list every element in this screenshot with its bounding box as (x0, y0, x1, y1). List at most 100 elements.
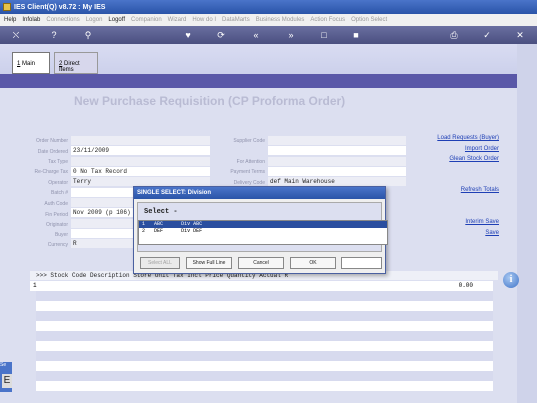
table-row[interactable] (36, 321, 493, 331)
refresh-totals-link[interactable]: Refresh Totals (410, 187, 499, 193)
for-attention-field[interactable] (268, 157, 406, 166)
show-full-line-button[interactable]: Show Full Line (186, 257, 232, 269)
menu-wizard: Wizard (167, 17, 187, 23)
menu-companion: Companion (130, 17, 162, 23)
search-icon[interactable]: ⚲ (82, 29, 94, 41)
cancel-button[interactable]: Cancel (238, 257, 284, 269)
menu-logoff[interactable]: Logoff (108, 17, 125, 23)
table-row[interactable] (36, 291, 493, 301)
auth-code-field[interactable] (71, 198, 133, 207)
help-icon[interactable]: ? (48, 29, 60, 41)
menu-business-modules: Business Modules (255, 17, 305, 23)
menu-action-focus: Action Focus (310, 17, 346, 23)
currency-field[interactable]: R (71, 239, 133, 248)
auth-code-label: Auth Code (44, 201, 68, 207)
right-strip (517, 44, 537, 403)
batch-label: Batch # (51, 190, 68, 196)
table-row[interactable] (36, 341, 493, 351)
payment-terms-field[interactable] (268, 167, 406, 176)
menu-option-select: Option Select (351, 17, 388, 23)
list-item[interactable]: 2 DEF Div DEF (139, 228, 387, 235)
refresh-icon[interactable]: ⟳ (215, 29, 227, 41)
for-attention-label: For Attention (236, 159, 265, 165)
bottom-label: Se (0, 362, 7, 368)
operator-label: Operator (48, 180, 68, 186)
tab-main[interactable]: 1 Main (12, 52, 50, 74)
table-row[interactable]: 1 0.00 (30, 281, 493, 291)
table-row[interactable] (36, 351, 493, 361)
row-number: 1 (33, 282, 37, 289)
operator-field[interactable]: Terry (71, 177, 210, 186)
info-icon[interactable]: i (503, 272, 519, 288)
item-num: 1 (142, 221, 146, 227)
tab-bar (0, 74, 517, 88)
recharge-tax-field[interactable]: 0 No Tax Record (71, 167, 210, 176)
bottom-big-letter: E (2, 374, 12, 388)
fin-period-field[interactable]: Nov 2009 (p 106) (71, 208, 133, 217)
supplier-code-field[interactable] (268, 136, 406, 145)
currency-label: Currency (47, 242, 68, 248)
save-link[interactable]: Save (410, 230, 499, 236)
payment-terms-label: Payment Terms (230, 169, 265, 175)
originator-field[interactable] (71, 219, 133, 228)
menu-help[interactable]: Help (4, 17, 16, 23)
close-icon[interactable]: ✕ (514, 29, 526, 41)
bottom-left-panel: Se E (0, 362, 12, 392)
supplier-name-field[interactable] (268, 146, 406, 155)
page-icon[interactable]: □ (318, 29, 330, 41)
table-row[interactable] (36, 311, 493, 321)
buyer-field[interactable] (71, 229, 133, 238)
item-name: Div DEF (181, 228, 203, 234)
division-list[interactable]: 1 ABC Div ABC 2 DEF Div DEF (138, 220, 388, 245)
supplier-code-label: Supplier Code (233, 138, 265, 144)
table-row[interactable] (36, 301, 493, 311)
buyer-label: Buyer (54, 232, 68, 238)
app-icon (3, 3, 11, 11)
recharge-tax-label: Re-Charge Tax (34, 169, 68, 175)
window-title: IES Client(Q) v8.72 : My IES (14, 3, 106, 11)
check-icon[interactable]: ✓ (481, 29, 493, 41)
menu-infolab[interactable]: Infolab (22, 17, 40, 23)
tab-direct-items[interactable]: 2 Direct Items (54, 52, 98, 74)
tax-type-label: Tax Type (48, 159, 68, 165)
item-name: Div ABC (181, 221, 203, 227)
originator-label: Originator (46, 222, 68, 228)
menu-bar: Help Infolab Connections Logon Logoff Co… (0, 14, 537, 26)
table-row[interactable] (36, 331, 493, 341)
date-ordered-field[interactable]: 23/11/2009 (71, 146, 210, 155)
table-row[interactable] (36, 361, 493, 371)
table-row[interactable] (36, 381, 493, 391)
dialog-prompt: Select - (144, 208, 178, 216)
stop-icon[interactable]: ■ (350, 29, 362, 41)
key-icon[interactable]: ⛌ (10, 29, 22, 41)
order-number-field[interactable] (71, 136, 210, 145)
delivery-code-field[interactable]: def Main Warehouse (268, 177, 406, 186)
tab-direct-label: Direct Items (59, 61, 80, 73)
order-number-label: Order Number (36, 138, 68, 144)
tab-main-key: 1 (17, 61, 21, 67)
tax-type-field[interactable] (71, 157, 210, 166)
batch-field[interactable] (71, 188, 133, 197)
select-all-button[interactable]: Select ALL (140, 257, 180, 269)
ok-button[interactable]: OK (290, 257, 336, 269)
rewind-icon[interactable]: « (250, 29, 262, 41)
load-requests-link[interactable]: Load Requests (Buyer) (410, 135, 499, 141)
heart-icon[interactable]: ♥ (182, 29, 194, 41)
title-bar: IES Client(Q) v8.72 : My IES (0, 0, 537, 14)
fin-period-label: Fin Period (45, 212, 68, 218)
menu-logon: Logon (85, 17, 103, 23)
glean-stock-order-link[interactable]: Glean Stock Order (410, 156, 499, 162)
table-row[interactable] (36, 371, 493, 381)
dialog-search-input[interactable] (341, 257, 382, 269)
toolbar: ⛌ ? ⚲ ♥ ⟳ « » □ ■ ⎙ ✓ ✕ (0, 26, 537, 44)
menu-connections: Connections (46, 17, 80, 23)
interim-save-link[interactable]: Interim Save (410, 219, 499, 225)
print-icon[interactable]: ⎙ (448, 29, 460, 41)
fast-forward-icon[interactable]: » (285, 29, 297, 41)
import-order-link[interactable]: Import Order (410, 146, 499, 152)
dialog-title: SINGLE SELECT: Division (134, 187, 385, 199)
list-item[interactable]: 1 ABC Div ABC (139, 221, 387, 228)
menu-how-do-i: How do I (192, 17, 217, 23)
division-select-dialog: SINGLE SELECT: Division Select - 1 ABC D… (133, 186, 388, 274)
page-title: New Purchase Requisition (CP Proforma Or… (74, 94, 346, 108)
